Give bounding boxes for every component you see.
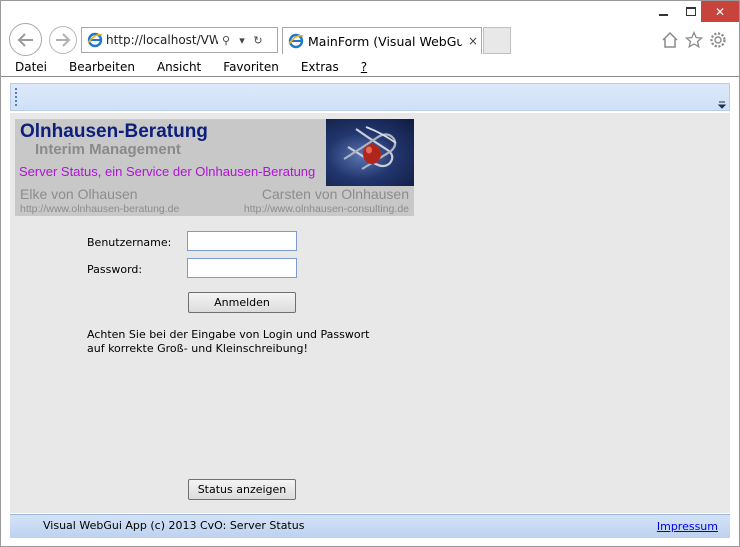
address-input[interactable]	[106, 33, 218, 47]
chevron-down-icon[interactable]: ▾	[234, 32, 250, 48]
home-icon[interactable]	[661, 31, 679, 49]
address-bar[interactable]: ⚲ ▾ ↻	[81, 27, 278, 53]
toolbar-overflow-icon[interactable]	[717, 100, 727, 110]
search-icon[interactable]: ⚲	[218, 32, 234, 48]
impressum-link[interactable]: Impressum	[657, 520, 718, 533]
status-bar: Visual WebGui App (c) 2013 CvO: Server S…	[10, 514, 730, 538]
username-label: Benutzername:	[87, 236, 172, 249]
ie-page-icon	[86, 32, 103, 49]
menu-datei[interactable]: Datei	[11, 60, 51, 74]
username-input[interactable]	[187, 231, 297, 251]
ie-tab-icon	[287, 33, 304, 50]
menu-favoriten[interactable]: Favoriten	[219, 60, 283, 74]
menu-help[interactable]: ?	[357, 60, 371, 74]
title-bar: ✕	[1, 1, 739, 23]
forward-button[interactable]	[49, 26, 77, 54]
favorites-star-icon[interactable]	[685, 31, 703, 49]
back-button[interactable]	[9, 23, 42, 56]
close-button[interactable]: ✕	[701, 1, 739, 22]
banner-title: Olnhausen-Beratung	[20, 121, 208, 142]
tab-close-icon[interactable]: ×	[468, 34, 478, 48]
close-icon: ✕	[714, 4, 726, 19]
maximize-icon	[686, 7, 696, 16]
settings-gear-icon[interactable]	[709, 31, 727, 49]
menu-extras[interactable]: Extras	[297, 60, 343, 74]
show-status-button[interactable]: Status anzeigen	[188, 479, 296, 500]
menu-bar: Datei Bearbeiten Ansicht Favoriten Extra…	[1, 57, 739, 77]
banner-subtitle: Interim Management	[35, 141, 181, 158]
menu-ansicht[interactable]: Ansicht	[153, 60, 205, 74]
app-toolbar	[10, 83, 730, 111]
banner-right-name: Carsten von Olnhausen	[261, 186, 409, 202]
main-content: Olnhausen-Beratung Interim Management Se…	[10, 113, 730, 513]
browser-right-icons	[661, 31, 727, 49]
banner-left-url: http://www.olnhausen-beratung.de	[20, 203, 180, 215]
back-arrow-icon	[17, 32, 33, 47]
password-input[interactable]	[187, 258, 297, 278]
new-tab-button[interactable]	[483, 27, 511, 54]
toolbar-grip[interactable]	[15, 88, 17, 106]
header-banner: Olnhausen-Beratung Interim Management Se…	[15, 119, 414, 216]
refresh-icon[interactable]: ↻	[250, 32, 266, 48]
login-hint: Achten Sie bei der Eingabe von Login und…	[87, 328, 387, 356]
banner-service-text: Server Status, ein Service der Olnhausen…	[19, 164, 316, 179]
minimize-button[interactable]	[649, 1, 677, 22]
status-text: Visual WebGui App (c) 2013 CvO: Server S…	[43, 519, 305, 532]
banner-right-url: http://www.olnhausen-consulting.de	[243, 203, 409, 215]
navigation-bar: ⚲ ▾ ↻ MainForm (Visual WebGui -... ×	[1, 23, 739, 57]
menu-bearbeiten[interactable]: Bearbeiten	[65, 60, 139, 74]
password-label: Password:	[87, 263, 143, 276]
forward-arrow-icon	[56, 33, 71, 47]
paperclip-photo	[326, 119, 414, 186]
tab-title: MainForm (Visual WebGui -...	[308, 33, 462, 49]
login-hint-line-1: Achten Sie bei der Eingabe von Login und…	[87, 328, 370, 341]
login-hint-line-2: auf korrekte Groß- und Kleinschreibung!	[87, 342, 308, 355]
minimize-icon	[658, 13, 668, 16]
browser-tab-active[interactable]: MainForm (Visual WebGui -... ×	[282, 27, 482, 54]
banner-left-name: Elke von Olhausen	[20, 186, 138, 202]
browser-window: ✕ ⚲ ▾ ↻	[0, 0, 740, 547]
login-button[interactable]: Anmelden	[188, 292, 296, 313]
